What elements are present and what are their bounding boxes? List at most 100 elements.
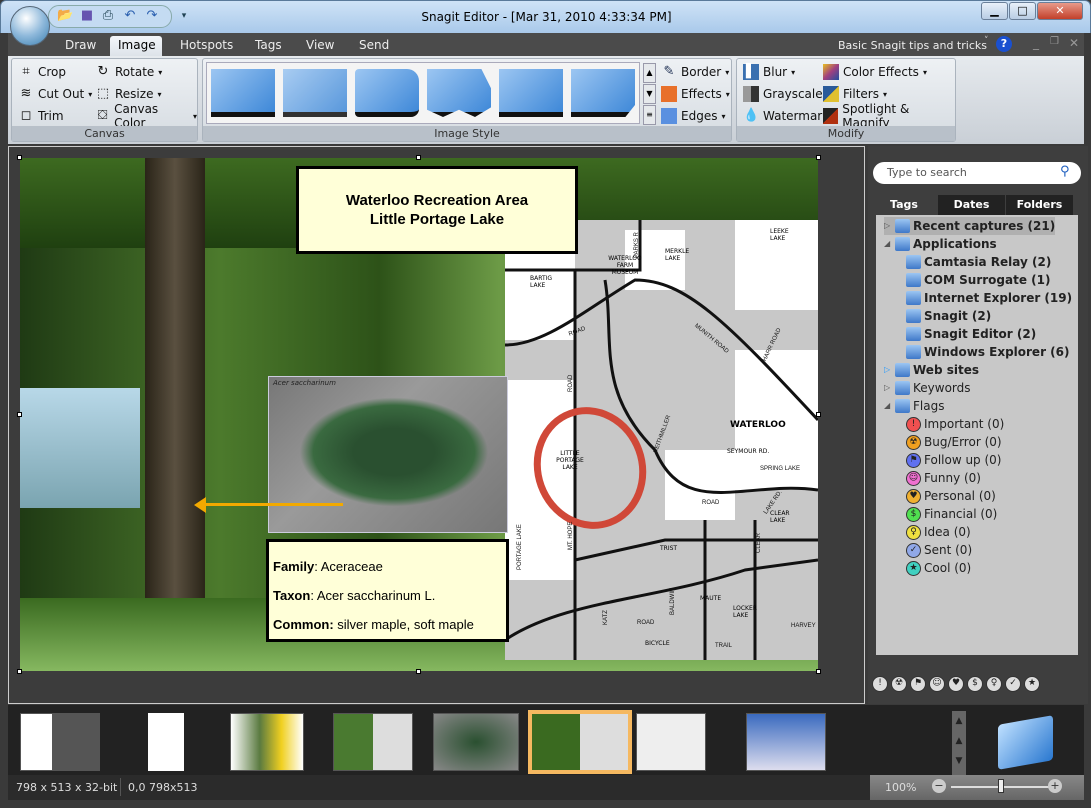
resize-handle[interactable] <box>17 669 22 674</box>
tab-image[interactable]: Image <box>110 36 162 56</box>
effects-button[interactable]: Effects ▾ <box>661 85 730 103</box>
doc-restore-icon[interactable]: ❐ <box>1050 36 1059 47</box>
arrow-line[interactable] <box>200 503 343 506</box>
zoom-out-icon[interactable]: − <box>932 779 946 793</box>
tree-item[interactable]: ◢ Flags <box>884 397 944 415</box>
spotlight-magnify-button[interactable]: Spotlight & Magnify <box>823 102 955 130</box>
flag-filter-icon[interactable]: ★ <box>1024 676 1040 692</box>
zoom-slider-thumb[interactable] <box>998 779 1004 793</box>
flag-filter-icon[interactable]: ⚑ <box>910 676 926 692</box>
flag-item[interactable]: ★ Cool (0) <box>906 559 971 577</box>
flag-filter-icon[interactable]: ✓ <box>1005 676 1021 692</box>
flag-filter-icon[interactable]: ! <box>872 676 888 692</box>
tree-item[interactable]: Windows Explorer (6) <box>906 343 1070 361</box>
canvas-image[interactable]: WATERLOO LITTLE PORTAGE LAKE SEYMOUR RD.… <box>20 158 818 671</box>
flag-item[interactable]: ☢ Bug/Error (0) <box>906 433 1002 451</box>
tree-item[interactable]: Internet Explorer (19) <box>906 289 1072 307</box>
capture-thumbnail[interactable] <box>148 713 184 771</box>
edges-button[interactable]: Edges ▾ <box>661 107 725 125</box>
help-icon[interactable]: ? <box>996 36 1012 52</box>
tree-item[interactable]: Snagit Editor (2) <box>906 325 1036 343</box>
redo-icon[interactable]: ↷ <box>144 8 160 24</box>
tab-draw[interactable]: Draw <box>57 36 104 56</box>
customize-icon[interactable]: ▾ <box>176 8 192 24</box>
tab-dates[interactable]: Dates <box>938 195 1005 215</box>
expand-arrow-icon[interactable]: ◢ <box>884 235 892 253</box>
cut-out-button[interactable]: ≋ Cut Out ▾ <box>18 85 93 103</box>
flag-item[interactable]: $ Financial (0) <box>906 505 997 523</box>
help-topic-dropdown[interactable]: Basic Snagit tips and tricks <box>830 36 995 56</box>
close-button[interactable]: ✕ <box>1037 2 1083 20</box>
tab-hotspots[interactable]: Hotspots <box>172 36 241 56</box>
capture-thumbnail[interactable] <box>20 713 100 771</box>
zoom-in-icon[interactable]: + <box>1048 779 1062 793</box>
resize-handle[interactable] <box>416 155 421 160</box>
flag-item[interactable]: ☺ Funny (0) <box>906 469 981 487</box>
tab-send[interactable]: Send <box>351 36 397 56</box>
capture-thumbnail[interactable] <box>636 713 706 771</box>
search-input[interactable]: Type to search <box>873 162 1081 184</box>
print-icon[interactable]: ⎙ <box>100 8 116 24</box>
capture-thumbnail[interactable] <box>230 713 304 771</box>
color-effects-button[interactable]: Color Effects ▾ <box>823 63 927 81</box>
tab-tags[interactable]: Tags <box>871 195 937 215</box>
doc-minimize-icon[interactable]: _ <box>1033 36 1039 50</box>
tree-item[interactable]: ▷ Web sites <box>884 361 979 379</box>
filters-button[interactable]: Filters ▾ <box>823 85 887 103</box>
capture-thumbnail[interactable] <box>433 713 519 771</box>
open-icon[interactable]: 📂 <box>57 8 73 24</box>
tree-item[interactable]: Snagit (2) <box>906 307 991 325</box>
info-callout[interactable]: Family: Aceraceae Taxon: Acer saccharinu… <box>266 539 509 642</box>
blur-button[interactable]: ▌ Blur ▾ <box>743 63 795 81</box>
resize-button[interactable]: ⬚ Resize ▾ <box>95 85 162 103</box>
tree-item[interactable]: COM Surrogate (1) <box>906 271 1050 289</box>
maple-leaf-photo[interactable]: Acer saccharinum <box>268 376 508 533</box>
flag-filter-icon[interactable]: $ <box>967 676 983 692</box>
filmstrip-scrollbar[interactable]: ▲ ▲ ▼ <box>952 711 966 775</box>
tab-tags[interactable]: Tags <box>247 36 290 56</box>
tree-item[interactable]: ▷ Keywords <box>884 379 971 397</box>
style-thumbnail[interactable] <box>355 69 419 117</box>
watermark-button[interactable]: 💧 Watermark <box>743 107 829 125</box>
resize-handle[interactable] <box>17 412 22 417</box>
maximize-button[interactable]: □ <box>1009 2 1036 20</box>
border-button[interactable]: ✎ Border ▾ <box>661 63 730 81</box>
rotate-button[interactable]: ↻ Rotate ▾ <box>95 63 163 81</box>
canvas-color-button[interactable]: ⛋ Canvas Color ▾ <box>95 102 197 130</box>
tree-item[interactable]: ◢ Applications <box>884 235 997 253</box>
doc-close-icon[interactable]: ✕ <box>1069 36 1079 50</box>
flag-filter-icon[interactable]: ☢ <box>891 676 907 692</box>
style-thumbnail[interactable] <box>571 69 635 117</box>
resize-handle[interactable] <box>816 412 821 417</box>
flag-item[interactable]: ♥ Personal (0) <box>906 487 996 505</box>
flag-item[interactable]: ⚑ Follow up (0) <box>906 451 1002 469</box>
flag-filter-icon[interactable]: ♥ <box>948 676 964 692</box>
flag-filter-icon[interactable]: ♀ <box>986 676 1002 692</box>
trim-button[interactable]: ◻ Trim <box>18 107 64 125</box>
tab-folders[interactable]: Folders <box>1006 195 1073 215</box>
gallery-expand[interactable]: ≡ <box>643 105 656 125</box>
title-callout[interactable]: Waterloo Recreation Area Little Portage … <box>296 166 578 254</box>
style-thumbnail[interactable] <box>211 69 275 117</box>
resize-handle[interactable] <box>816 669 821 674</box>
expand-arrow-icon[interactable]: ▷ <box>884 217 892 235</box>
gallery-scroll-down[interactable]: ▼ <box>643 84 656 104</box>
flag-item[interactable]: ♀ Idea (0) <box>906 523 971 541</box>
expand-arrow-icon[interactable]: ▷ <box>884 361 892 379</box>
chevron-down-icon[interactable]: ˅ <box>984 36 989 46</box>
capture-thumbnail-selected[interactable] <box>528 710 632 774</box>
tree-item[interactable]: ▷ Recent captures (21) <box>884 217 1056 235</box>
capture-thumbnail[interactable] <box>746 713 826 771</box>
flag-item[interactable]: ! Important (0) <box>906 415 1004 433</box>
undo-icon[interactable]: ↶ <box>122 8 138 24</box>
grayscale-button[interactable]: Grayscale <box>743 85 823 103</box>
style-thumbnail[interactable] <box>499 69 563 117</box>
flag-filter-icon[interactable]: ☺ <box>929 676 945 692</box>
search-icon[interactable]: ⚲ <box>1060 164 1070 179</box>
flag-item[interactable]: ✓ Sent (0) <box>906 541 972 559</box>
app-menu-button[interactable] <box>10 6 50 46</box>
save-icon[interactable]: ■ <box>79 8 95 24</box>
folder-icon[interactable] <box>998 715 1053 770</box>
crop-button[interactable]: ⌗ Crop <box>18 63 66 81</box>
style-thumbnail[interactable] <box>283 69 347 117</box>
